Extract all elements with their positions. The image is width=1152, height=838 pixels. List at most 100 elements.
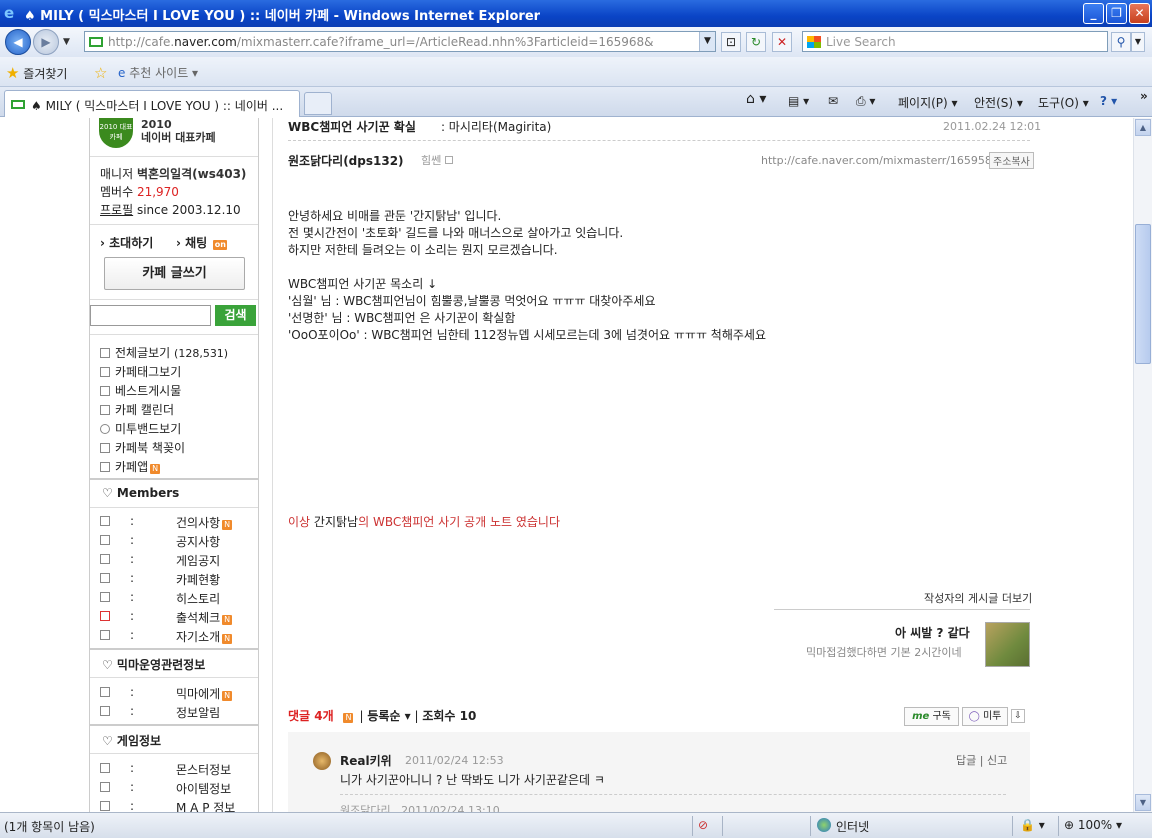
board-game-notice[interactable]: : 게임공지 <box>100 552 250 568</box>
address-dropdown-icon[interactable]: ▼ <box>699 32 715 51</box>
back-button[interactable]: ◀ <box>5 29 31 55</box>
cafe-search-input[interactable] <box>90 305 211 326</box>
scroll-down-icon[interactable]: ▼ <box>1135 794 1151 811</box>
window-title: ♠ MILY ( 믹스마스터 I LOVE YOU ) :: 네이버 카페 - … <box>24 9 541 24</box>
print-icon[interactable]: ⎙ ▾ <box>856 94 875 109</box>
list-icon <box>100 386 110 396</box>
board-to-mima[interactable]: : 믹마에게 N <box>100 685 250 701</box>
board-introduce[interactable]: : 자기소개 N <box>100 628 250 644</box>
safety-menu[interactable]: 안전(S) ▾ <box>974 94 1023 111</box>
tab-title: ♠ MILY ( 믹스마스터 I LOVE YOU ) :: 네이버 ... <box>31 99 284 113</box>
section-game-info: ♡ 게임정보 <box>102 734 162 748</box>
cafe-search-button[interactable]: 검색 <box>215 305 256 326</box>
body-line: 안녕하세요 비매를 관둔 '간지탉남' 입니다. <box>288 209 502 223</box>
board-attendance[interactable]: : 출석체크 N <box>100 609 250 625</box>
close-button[interactable]: ✕ <box>1129 3 1150 24</box>
menu-cafebook[interactable]: 카페북 책꽂이 <box>100 439 185 456</box>
protected-mode-icon[interactable]: 🔒 ▾ <box>1020 818 1045 832</box>
calendar-icon <box>100 405 110 415</box>
view-count: 조회수 10 <box>422 709 477 723</box>
book-icon <box>100 443 110 453</box>
comment-list: Real키위 2011/02/24 12:53 니가 사기꾼아니니 ? 난 딱봐… <box>288 732 1030 812</box>
live-search-logo-icon <box>807 36 821 48</box>
menu-cafe-app[interactable]: 카페앱 N <box>100 458 161 475</box>
write-post-button[interactable]: 카페 글쓰기 <box>104 257 245 290</box>
page-menu[interactable]: 페이지(P) ▾ <box>898 94 958 111</box>
board-notice[interactable]: : 공지사항 <box>100 533 250 549</box>
copy-url-button[interactable]: 주소복사 <box>989 152 1034 169</box>
reply-link[interactable]: 답글 <box>956 754 976 767</box>
download-icon[interactable]: ⇩ <box>1011 709 1025 723</box>
menu-tags[interactable]: 카페태그보기 <box>100 363 181 380</box>
add-favorite-icon[interactable]: ☆ <box>94 64 107 82</box>
comment-actions: 답글 | 신고 <box>956 754 1008 767</box>
cafe-sidebar: 2010 대표카페 2010 네이버 대표카페 매니저 벽혼의일격(ws403)… <box>89 118 259 812</box>
popup-blocked-icon[interactable]: ⊘ <box>698 818 708 832</box>
board-info-alert[interactable]: : 정보알림 <box>100 704 250 720</box>
manager-info: 매니저 벽혼의일격(ws403) <box>100 167 247 181</box>
minimize-button[interactable]: _ <box>1083 3 1104 24</box>
grade-icon <box>444 156 453 164</box>
chat-link[interactable]: › 채팅 on <box>176 234 228 251</box>
help-menu[interactable]: ? ▾ <box>1100 94 1117 108</box>
search-go-icon[interactable]: ⚲ <box>1111 32 1131 52</box>
metoo-button[interactable]: ◯ 미투 <box>962 707 1008 726</box>
author-grade: 힘쎈 <box>421 152 453 168</box>
manager-name[interactable]: 벽혼의일격(ws403) <box>137 167 246 181</box>
board-map[interactable]: :M A P 정보 <box>100 799 250 812</box>
recent-pages-dropdown-icon[interactable]: ▼ <box>63 37 70 47</box>
mail-icon[interactable]: ✉ <box>828 94 838 108</box>
more-by-author-link[interactable]: 작성자의 게시글 더보기 <box>924 590 1032 606</box>
menu-all-posts[interactable]: 전체글보기 (128,531) <box>100 344 228 361</box>
search-options-icon[interactable]: ▼ <box>1131 32 1145 52</box>
security-zone: 인터넷 <box>836 820 870 834</box>
board-cafe-status[interactable]: : 카페현황 <box>100 571 250 587</box>
article-url[interactable]: http://cafe.naver.com/mixmasterr/165958 <box>761 154 992 167</box>
suggested-sites-button[interactable]: e 추천 사이트 ▾ <box>118 64 198 81</box>
compatibility-view-icon[interactable]: ⊡ <box>721 32 741 52</box>
favorites-button[interactable]: ★ 즐겨찾기 <box>6 64 67 82</box>
board-history[interactable]: : 히스토리 <box>100 590 250 606</box>
search-input[interactable]: Live Search <box>802 31 1108 52</box>
address-input[interactable]: http://cafe.naver.com/mixmasterr.cafe?if… <box>84 31 716 52</box>
new-tab-button[interactable] <box>304 92 332 115</box>
sort-dropdown[interactable]: 등록순 ▾ <box>367 709 410 723</box>
me-subscribe-button[interactable]: me 구독 <box>904 707 959 726</box>
menu-best[interactable]: 베스트게시물 <box>100 382 181 399</box>
section-mima-info: ♡ 믹마운영관련정보 <box>102 658 206 672</box>
reply-preview: 원조닭다리 2011/02/24 13:10 <box>340 804 500 812</box>
tab-active[interactable]: ♠ MILY ( 믹스마스터 I LOVE YOU ) :: 네이버 ... <box>4 90 300 117</box>
more-commands-icon[interactable]: » <box>1140 89 1148 103</box>
related-post-title[interactable]: 아 씨발 ? 같다 <box>895 624 970 641</box>
page-icon <box>89 37 103 47</box>
forward-button[interactable]: ▶ <box>33 29 59 55</box>
scroll-up-icon[interactable]: ▲ <box>1135 119 1151 136</box>
board-suggestions[interactable]: : 건의사항 N <box>100 514 250 530</box>
profile-link[interactable]: 프로필 <box>100 203 133 217</box>
maximize-button[interactable]: ❐ <box>1106 3 1127 24</box>
related-post-thumbnail[interactable] <box>985 622 1030 667</box>
menu-metoo-band[interactable]: 미투밴드보기 <box>100 420 181 437</box>
article-title: WBC챔피언 사기꾼 확실 : 마시리타(Magirita) <box>288 120 552 134</box>
article-author[interactable]: 원조닭다리(dps132) <box>288 152 404 169</box>
report-link[interactable]: 신고 <box>987 754 1007 767</box>
commenter-name[interactable]: Real키위 <box>340 752 392 769</box>
zoom-control[interactable]: ⊕ 100% ▾ <box>1064 818 1122 832</box>
refresh-icon[interactable]: ↻ <box>746 32 766 52</box>
board-monster[interactable]: : 몬스터정보 <box>100 761 250 777</box>
article: WBC챔피언 사기꾼 확실 : 마시리타(Magirita) 2011.02.2… <box>272 118 1042 812</box>
body-line: 'OoO포이Oo' : WBC챔피언 님한테 112정뉴뎁 시세모르는데 3에 … <box>288 328 766 342</box>
comment-date: 2011/02/24 12:53 <box>405 754 504 767</box>
search-placeholder: Live Search <box>826 35 896 49</box>
menu-calendar[interactable]: 카페 캘린더 <box>100 401 174 418</box>
address-toolbar: ◀ ▶ ▼ http://cafe.naver.com/mixmasterr.c… <box>0 27 1152 57</box>
home-icon[interactable]: ⌂ ▾ <box>746 91 766 107</box>
tools-menu[interactable]: 도구(O) ▾ <box>1038 94 1089 111</box>
invite-link[interactable]: › 초대하기 <box>100 234 153 251</box>
scroll-thumb[interactable] <box>1135 224 1151 364</box>
board-item[interactable]: : 아이템정보 <box>100 780 250 796</box>
stop-icon[interactable]: ✕ <box>772 32 792 52</box>
vertical-scrollbar[interactable]: ▲ ▼ <box>1133 118 1152 812</box>
feeds-icon[interactable]: ▤ ▾ <box>788 94 809 108</box>
comment-count[interactable]: 댓글 4개 <box>288 709 334 723</box>
